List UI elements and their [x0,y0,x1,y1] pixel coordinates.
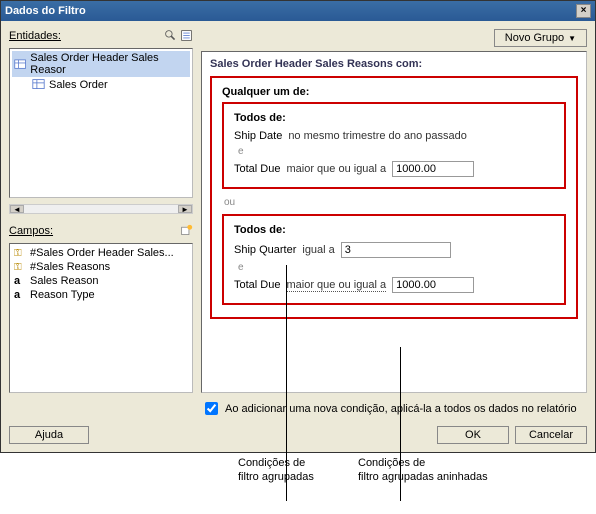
connector-and: e [234,260,554,275]
scroll-right-icon[interactable]: ► [178,205,192,213]
cancel-button[interactable]: Cancelar [515,426,587,444]
tree-item[interactable]: Sales Order Header Sales Reasor [12,51,190,77]
new-group-button[interactable]: Novo Grupo ▼ [494,29,587,47]
condition-row[interactable]: Total Due maior que ou igual a [234,159,554,179]
close-icon[interactable]: × [576,4,591,18]
search-icon[interactable] [164,29,177,42]
condition-field: Ship Quarter [234,244,296,256]
new-group-label: Novo Grupo [505,32,564,44]
key-icon: ⚿ [14,262,24,273]
scroll-left-icon[interactable]: ◄ [10,205,24,213]
inner-group-1: Todos de: Ship Date no mesmo trimestre d… [222,102,566,189]
group-all-label: Todos de: [234,224,554,236]
condition-operator: igual a [302,244,334,256]
condition-field: Ship Date [234,130,282,142]
entities-tree[interactable]: Sales Order Header Sales Reasor Sales Or… [9,48,193,198]
inner-group-2: Todos de: Ship Quarter igual a e Total D… [222,214,566,305]
text-type-icon: a [14,275,24,287]
text-type-icon: a [14,289,24,301]
new-field-icon[interactable] [180,224,193,237]
horizontal-scrollbar[interactable]: ◄ ► [9,204,193,214]
table-icon [32,78,45,91]
outer-group: Qualquer um de: Todos de: Ship Date no m… [210,76,578,319]
list-icon[interactable] [180,29,193,42]
field-label: Sales Reason [30,275,99,287]
condition-value-input[interactable] [392,161,474,177]
condition-row[interactable]: Ship Quarter igual a [234,240,554,260]
help-button[interactable]: Ajuda [9,426,89,444]
titlebar: Dados do Filtro × [1,1,595,21]
field-label: #Sales Reasons [30,261,110,273]
connector-or: ou [220,195,566,210]
condition-value-input[interactable] [341,242,451,258]
conditions-panel: Sales Order Header Sales Reasons com: Qu… [201,51,587,393]
annotation-nested: Condições de filtro agrupadas aninhadas [358,457,518,485]
entities-label: Entidades: [9,30,61,42]
condition-row[interactable]: Ship Date no mesmo trimestre do ano pass… [234,128,554,144]
list-item[interactable]: ⚿ #Sales Order Header Sales... [12,246,190,260]
tree-item-label: Sales Order Header Sales Reasor [30,52,188,76]
field-label: Reason Type [30,289,95,301]
group-all-label: Todos de: [234,112,554,124]
table-icon [14,58,26,71]
tree-item[interactable]: Sales Order [30,77,190,92]
condition-operator: no mesmo trimestre do ano passado [288,130,467,142]
condition-row[interactable]: Total Due maior que ou igual a [234,275,554,295]
fields-label: Campos: [9,225,53,237]
key-icon: ⚿ [14,248,24,259]
condition-value-input[interactable] [392,277,474,293]
fields-list[interactable]: ⚿ #Sales Order Header Sales... ⚿ #Sales Re… [9,243,193,393]
list-item[interactable]: ⚿ #Sales Reasons [12,260,190,274]
list-item[interactable]: a Reason Type [12,288,190,302]
condition-field: Total Due [234,163,280,175]
chevron-down-icon: ▼ [568,34,576,43]
annotation-grouped: Condições de filtro agrupadas [238,457,348,485]
list-item[interactable]: a Sales Reason [12,274,190,288]
condition-operator: maior que ou igual a [286,163,386,175]
annotations: Condições de filtro agrupadas Condições … [0,453,596,485]
condition-field: Total Due [234,279,280,291]
tree-item-label: Sales Order [49,79,108,91]
ok-button[interactable]: OK [437,426,509,444]
filter-data-dialog: Dados do Filtro × Entidades: Sales Order… [0,0,596,453]
group-any-label: Qualquer um de: [222,86,566,98]
field-label: #Sales Order Header Sales... [30,247,174,259]
panel-header: Sales Order Header Sales Reasons com: [210,58,578,70]
apply-all-checkbox[interactable] [205,402,218,415]
window-title: Dados do Filtro [5,5,86,17]
condition-operator: maior que ou igual a [286,279,386,292]
connector-and: e [234,144,554,159]
